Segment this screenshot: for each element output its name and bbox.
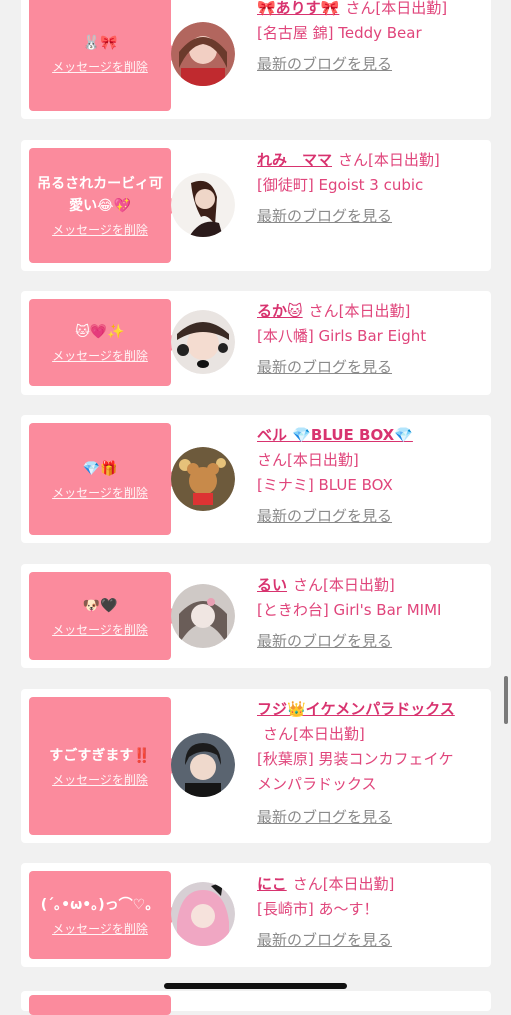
latest-blog-link[interactable]: 最新のブログを見る	[257, 805, 392, 830]
cast-name-link[interactable]: るか🐱	[257, 302, 303, 320]
latest-blog-link[interactable]: 最新のブログを見る	[257, 928, 392, 953]
message-text: 吊るされカービィ可愛い😂💖	[37, 176, 163, 214]
cast-shop: [御徒町] Egoist 3 cubic	[257, 176, 424, 194]
message-bubble: 吊るされカービィ可愛い😂💖 メッセージを削除	[29, 148, 179, 263]
cast-status: さん[本日出勤]	[257, 451, 359, 469]
avatar[interactable]	[171, 22, 235, 86]
cast-info: フジ👑イケメンパラドックスさん[本日出勤] [秋葉原] 男装コンカフェイケメンパ…	[257, 697, 457, 830]
latest-blog-link[interactable]: 最新のブログを見る	[257, 355, 392, 380]
message-bubble	[29, 995, 171, 1015]
delete-message-link[interactable]: メッセージを削除	[52, 920, 148, 937]
cast-status: さん[本日出勤]	[292, 875, 395, 893]
latest-blog-link[interactable]: 最新のブログを見る	[257, 52, 392, 77]
message-text: (´｡•ω•｡)っ⌒♡。	[40, 896, 160, 913]
message-text: 🐶🖤	[82, 597, 118, 614]
cast-info: れみ ママ さん[本日出勤] [御徒町] Egoist 3 cubic 最新のブロ…	[257, 148, 457, 229]
delete-message-link[interactable]: メッセージを削除	[52, 484, 148, 501]
cast-shop: [ミナミ] BLUE BOX	[257, 476, 393, 494]
message-bubble: 💎🎁 メッセージを削除	[29, 423, 179, 535]
cast-shop: [長崎市] あ〜す！	[257, 900, 379, 918]
latest-blog-link[interactable]: 最新のブログを見る	[257, 204, 392, 229]
cast-status: さん[本日出勤]	[338, 151, 440, 169]
cast-info: るか🐱 さん[本日出勤] [本八幡] Girls Bar Eight 最新のブログ…	[257, 299, 457, 380]
cast-status: さん[本日出勤]	[293, 576, 395, 594]
home-indicator[interactable]	[164, 983, 347, 989]
cast-name-link[interactable]: れみ ママ	[257, 151, 332, 169]
message-text: 💎🎁	[82, 460, 118, 477]
cast-status: さん[本日出勤]	[263, 725, 365, 743]
cast-shop: [秋葉原] 男装コンカフェイケメンパラドックス	[257, 750, 454, 793]
message-text: すごすぎます‼️	[49, 747, 151, 764]
avatar[interactable]	[171, 310, 235, 374]
cast-shop: [名古屋 錦] Teddy Bear	[257, 24, 422, 42]
cast-name-link[interactable]: るい	[257, 576, 287, 594]
delete-message-link[interactable]: メッセージを削除	[52, 221, 148, 238]
message-bubble: すごすぎます‼️ メッセージを削除	[29, 697, 179, 835]
message-bubble: 🐱💗✨ メッセージを削除	[29, 299, 179, 386]
message-bubble: (´｡•ω•｡)っ⌒♡。 メッセージを削除	[29, 871, 179, 959]
delete-message-link[interactable]: メッセージを削除	[52, 58, 148, 75]
cast-name-link[interactable]: フジ👑イケメンパラドックス	[257, 700, 455, 718]
cast-info: にこ さん[本日出勤] [長崎市] あ〜す！ 最新のブログを見る	[257, 872, 457, 953]
cast-name-link[interactable]: にこ	[257, 875, 287, 893]
avatar[interactable]	[171, 173, 235, 237]
message-bubble: 🐶🖤 メッセージを削除	[29, 572, 179, 660]
cast-info: 🎀ありす🎀 さん[本日出勤] [名古屋 錦] Teddy Bear 最新のブログを…	[257, 0, 457, 77]
delete-message-link[interactable]: メッセージを削除	[52, 771, 148, 788]
cast-name-link[interactable]: ベル 💎BLUE BOX💎	[257, 426, 413, 444]
delete-message-link[interactable]: メッセージを削除	[52, 347, 148, 364]
message-text: 🐱💗✨	[75, 324, 125, 340]
cast-info: るい さん[本日出勤] [ときわ台] Girl's Bar MIMI 最新のブログ…	[257, 573, 457, 654]
latest-blog-link[interactable]: 最新のブログを見る	[257, 504, 392, 529]
delete-message-link[interactable]: メッセージを削除	[52, 621, 148, 638]
avatar[interactable]	[171, 447, 235, 511]
latest-blog-link[interactable]: 最新のブログを見る	[257, 629, 392, 654]
cast-status: さん[本日出勤]	[345, 0, 448, 17]
avatar[interactable]	[171, 882, 235, 946]
cast-status: さん[本日出勤]	[308, 302, 411, 320]
cast-name-link[interactable]: 🎀ありす🎀	[257, 0, 339, 17]
cast-info: ベル 💎BLUE BOX💎 さん[本日出勤] [ミナミ] BLUE BOX 最新…	[257, 423, 457, 529]
cast-shop: [本八幡] Girls Bar Eight	[257, 327, 427, 345]
cast-shop: [ときわ台] Girl's Bar MIMI	[257, 601, 442, 619]
message-bubble: 🐰🎀 メッセージを削除	[29, 0, 179, 111]
message-text: 🐰🎀	[82, 34, 118, 51]
avatar[interactable]	[171, 733, 235, 797]
avatar[interactable]	[171, 584, 235, 648]
scrollbar[interactable]	[504, 676, 508, 724]
